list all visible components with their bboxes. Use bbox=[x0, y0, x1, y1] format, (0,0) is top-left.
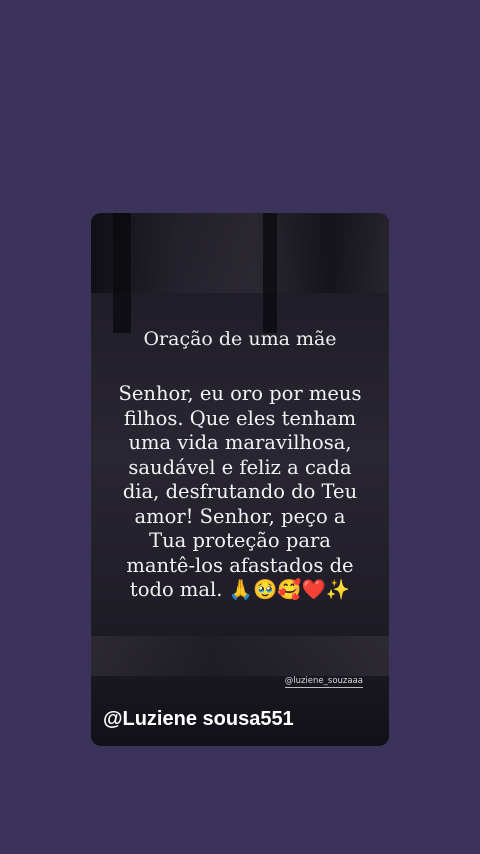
background-photo-floor bbox=[91, 636, 389, 676]
prayer-line: amor! Senhor, peço a bbox=[134, 504, 346, 528]
user-handle[interactable]: @Luziene sousa551 bbox=[103, 707, 294, 731]
prayer-line: Senhor, eu oro por meus bbox=[118, 382, 362, 405]
prayer-line: filhos. Que eles tenham bbox=[123, 406, 357, 430]
author-credit[interactable]: @luziene_souzaaa bbox=[284, 676, 363, 688]
prayer-line: Tua proteção para bbox=[149, 529, 331, 552]
prayer-line: todo mal. 🙏🥹🥰❤️✨ bbox=[129, 578, 351, 601]
background-photo-stripe bbox=[113, 213, 131, 333]
prayer-line: mantê-los afastados de bbox=[126, 553, 354, 577]
prayer-title: Oração de uma mãe bbox=[143, 328, 337, 350]
prayer-line: saudável e feliz a cada bbox=[128, 455, 352, 479]
background-photo-top bbox=[91, 213, 389, 293]
prayer-text: Senhor, eu oro por meus filhos. Que eles… bbox=[99, 382, 381, 603]
prayer-line: uma vida maravilhosa, bbox=[128, 431, 352, 454]
background-photo-stripe bbox=[263, 213, 277, 333]
story-card[interactable]: Oração de uma mãe Senhor, eu oro por meu… bbox=[91, 213, 389, 746]
prayer-line: dia, desfrutando do Teu bbox=[122, 480, 358, 503]
